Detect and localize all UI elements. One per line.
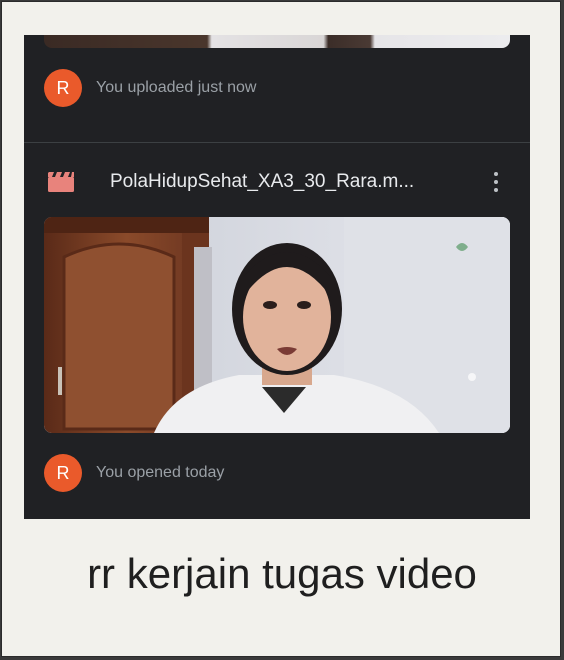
opened-activity-text: You opened today	[96, 464, 225, 481]
file-name[interactable]: PolaHidupSehat_XA3_30_Rara.m...	[110, 171, 414, 193]
more-options-button[interactable]	[486, 167, 506, 197]
video-file-icon	[48, 172, 74, 192]
upload-activity-text: You uploaded just now	[96, 79, 257, 96]
more-vert-icon	[494, 172, 498, 176]
upload-activity-row: R You uploaded just now	[44, 69, 256, 107]
avatar[interactable]: R	[44, 69, 82, 107]
photo-card: R You uploaded just now PolaHidupSehat_X…	[1, 1, 561, 657]
avatar[interactable]: R	[44, 454, 82, 492]
file-header[interactable]: PolaHidupSehat_XA3_30_Rara.m...	[24, 163, 530, 201]
video-frame-image	[44, 217, 510, 433]
previous-video-thumbnail[interactable]	[44, 35, 510, 48]
avatar-letter: R	[56, 462, 70, 483]
opened-activity-row: R You opened today	[44, 454, 224, 492]
divider	[24, 142, 530, 143]
phone-screenshot: R You uploaded just now PolaHidupSehat_X…	[24, 35, 530, 519]
caption-text: rr kerjain tugas video	[87, 550, 477, 597]
avatar-letter: R	[56, 77, 70, 98]
video-thumbnail[interactable]	[44, 217, 510, 433]
